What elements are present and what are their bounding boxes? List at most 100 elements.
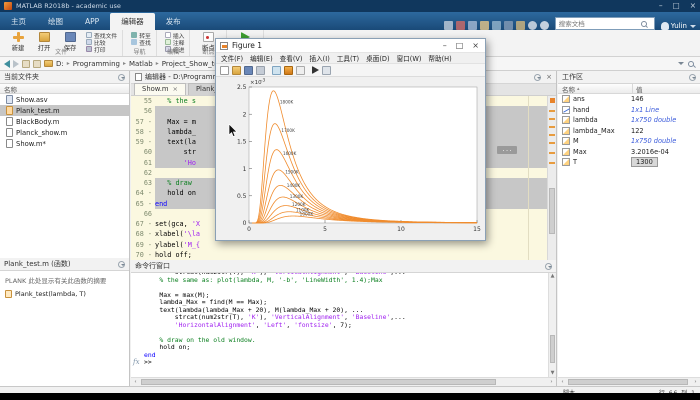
- edit-plot-icon[interactable]: [312, 66, 319, 74]
- ribbon-tab-绘图[interactable]: 绘图: [37, 13, 74, 30]
- user-menu[interactable]: Yulin: [671, 22, 696, 30]
- function-signature-row[interactable]: Plank_test(lambda, T): [5, 290, 124, 298]
- variable-name: T: [573, 158, 577, 166]
- figure-menu-编辑(E)[interactable]: 编辑(E): [250, 53, 273, 63]
- close-panel-icon[interactable]: ×: [546, 74, 552, 81]
- scroll-up-icon[interactable]: ▲: [549, 273, 556, 280]
- workspace-column-headers[interactable]: 名称▴ 值: [558, 84, 700, 94]
- insert-colorbar-icon[interactable]: [284, 66, 293, 75]
- save-icon[interactable]: [444, 21, 453, 30]
- figure-menu-文件(F)[interactable]: 文件(F): [221, 53, 243, 63]
- notifications-bell-icon[interactable]: [661, 22, 669, 30]
- ribbon-button-查找[interactable]: 查找: [131, 39, 151, 45]
- panel-menu-icon[interactable]: [689, 74, 696, 81]
- ribbon-tab-发布[interactable]: 发布: [155, 13, 192, 30]
- file-row[interactable]: Plank_test.m: [0, 105, 129, 116]
- close-button[interactable]: ×: [690, 0, 696, 12]
- ribbon-tab-编辑器[interactable]: 编辑器: [110, 13, 155, 30]
- figure-menu-帮助(H)[interactable]: 帮助(H): [428, 53, 451, 63]
- doc-search-box[interactable]: [555, 17, 655, 30]
- workspace-row[interactable]: M1x750 double: [558, 136, 700, 147]
- print-figure-icon[interactable]: [256, 66, 265, 75]
- command-vscrollbar[interactable]: ▲ ▼: [548, 273, 556, 377]
- scroll-down-icon[interactable]: ▼: [549, 370, 556, 377]
- workspace-hscrollbar[interactable]: ‹ ›: [558, 377, 700, 386]
- insert-legend-icon[interactable]: [296, 66, 305, 75]
- workspace-row[interactable]: ans146: [558, 94, 700, 105]
- scroll-left-icon[interactable]: ‹: [558, 378, 567, 386]
- editor-scrollbar[interactable]: [547, 96, 556, 260]
- scroll-thumb[interactable]: [550, 335, 555, 363]
- workspace-row[interactable]: lambda_Max122: [558, 126, 700, 137]
- doc-search-input[interactable]: [559, 20, 641, 28]
- figure-window[interactable]: Figure 1 – □ × 文件(F) 编辑(E) 查看(V) 插入(I) 工具(T)…: [215, 38, 486, 241]
- breadcrumb-segment[interactable]: D:: [56, 60, 64, 68]
- chevron-down-icon[interactable]: [678, 62, 684, 65]
- command-window-body[interactable]: strcat(num2str(T), 'K'), 'VerticalAlignm…: [131, 273, 556, 377]
- breadcrumb-segment[interactable]: Matlab: [129, 60, 153, 68]
- help-icon[interactable]: [528, 21, 537, 30]
- scroll-thumb[interactable]: [141, 379, 496, 385]
- community-icon[interactable]: [540, 21, 549, 30]
- status-bar: 脚本 行 66 列 1: [0, 386, 700, 393]
- chevron-down-icon[interactable]: [118, 261, 125, 268]
- minimize-button[interactable]: –: [659, 0, 663, 12]
- editor-tab-Show.m[interactable]: Show.m×: [134, 83, 186, 95]
- figure-maximize-button[interactable]: □: [456, 39, 464, 52]
- workspace-row[interactable]: T1300: [558, 157, 700, 168]
- scroll-right-icon[interactable]: ›: [691, 378, 700, 386]
- open-file-icon[interactable]: [232, 66, 241, 75]
- scroll-thumb[interactable]: [549, 188, 555, 234]
- scroll-right-icon[interactable]: ›: [547, 378, 556, 386]
- forward-icon[interactable]: [13, 60, 19, 68]
- search-icon[interactable]: [641, 21, 647, 27]
- copy-icon[interactable]: [468, 21, 477, 30]
- cut-icon[interactable]: [456, 21, 465, 30]
- figure-menu-窗口(W)[interactable]: 窗口(W): [397, 53, 422, 63]
- search-folder-icon[interactable]: [688, 61, 694, 67]
- breadcrumb-segment[interactable]: Programming: [73, 60, 120, 68]
- variable-value-cell: 1x750 double: [628, 116, 698, 124]
- save-disk-icon: [65, 32, 76, 42]
- file-row[interactable]: BlackBody.m: [0, 116, 129, 127]
- panel-menu-icon[interactable]: [534, 74, 541, 81]
- browse-folder-icon[interactable]: [33, 60, 41, 68]
- back-icon[interactable]: [4, 60, 10, 68]
- scroll-left-icon[interactable]: ‹: [131, 378, 140, 386]
- workspace-row[interactable]: lambda1x750 double: [558, 115, 700, 126]
- figure-titlebar[interactable]: Figure 1 – □ ×: [216, 39, 485, 53]
- line-number: 64 -: [131, 188, 155, 198]
- file-row[interactable]: Show.m*: [0, 138, 129, 149]
- file-column-header[interactable]: 名称: [0, 84, 129, 94]
- new-figure-icon[interactable]: [220, 66, 229, 75]
- figure-menu-查看(V)[interactable]: 查看(V): [280, 53, 303, 63]
- file-row[interactable]: Planck_show.m: [0, 127, 129, 138]
- up-folder-icon[interactable]: [22, 60, 30, 68]
- window-title: MATLAB R2018b - academic use: [16, 2, 121, 10]
- prompt-line[interactable]: >>: [144, 359, 556, 367]
- save-figure-icon[interactable]: [244, 66, 253, 75]
- redo-icon[interactable]: [504, 21, 513, 30]
- figure-minimize-button[interactable]: –: [443, 39, 447, 52]
- scroll-thumb[interactable]: [568, 379, 688, 385]
- switch-window-icon[interactable]: [516, 21, 525, 30]
- file-row[interactable]: Show.asv: [0, 94, 129, 105]
- ribbon-tab-主页[interactable]: 主页: [0, 13, 37, 30]
- panel-menu-icon[interactable]: [545, 263, 552, 270]
- command-hscrollbar[interactable]: ‹ ›: [131, 377, 556, 386]
- figure-close-button[interactable]: ×: [472, 39, 479, 52]
- figure-menu-桌面(D)[interactable]: 桌面(D): [366, 53, 389, 63]
- close-tab-icon[interactable]: ×: [173, 84, 178, 95]
- workspace-row[interactable]: Max3.2016e-04: [558, 147, 700, 158]
- link-plot-icon[interactable]: [272, 66, 281, 75]
- property-inspector-icon[interactable]: [322, 66, 331, 75]
- figure-plot-area[interactable]: 05101500.511.522.5×10-31800K1700K1600K15…: [216, 77, 485, 239]
- panel-menu-icon[interactable]: [118, 74, 125, 81]
- ribbon-tab-APP[interactable]: APP: [74, 13, 110, 30]
- figure-menu-工具(T)[interactable]: 工具(T): [337, 53, 359, 63]
- maximize-button[interactable]: □: [673, 0, 680, 12]
- figure-menu-插入(I)[interactable]: 插入(I): [309, 53, 329, 63]
- undo-icon[interactable]: [492, 21, 501, 30]
- workspace-row[interactable]: hand1x1 Line: [558, 105, 700, 116]
- paste-icon[interactable]: [480, 21, 489, 30]
